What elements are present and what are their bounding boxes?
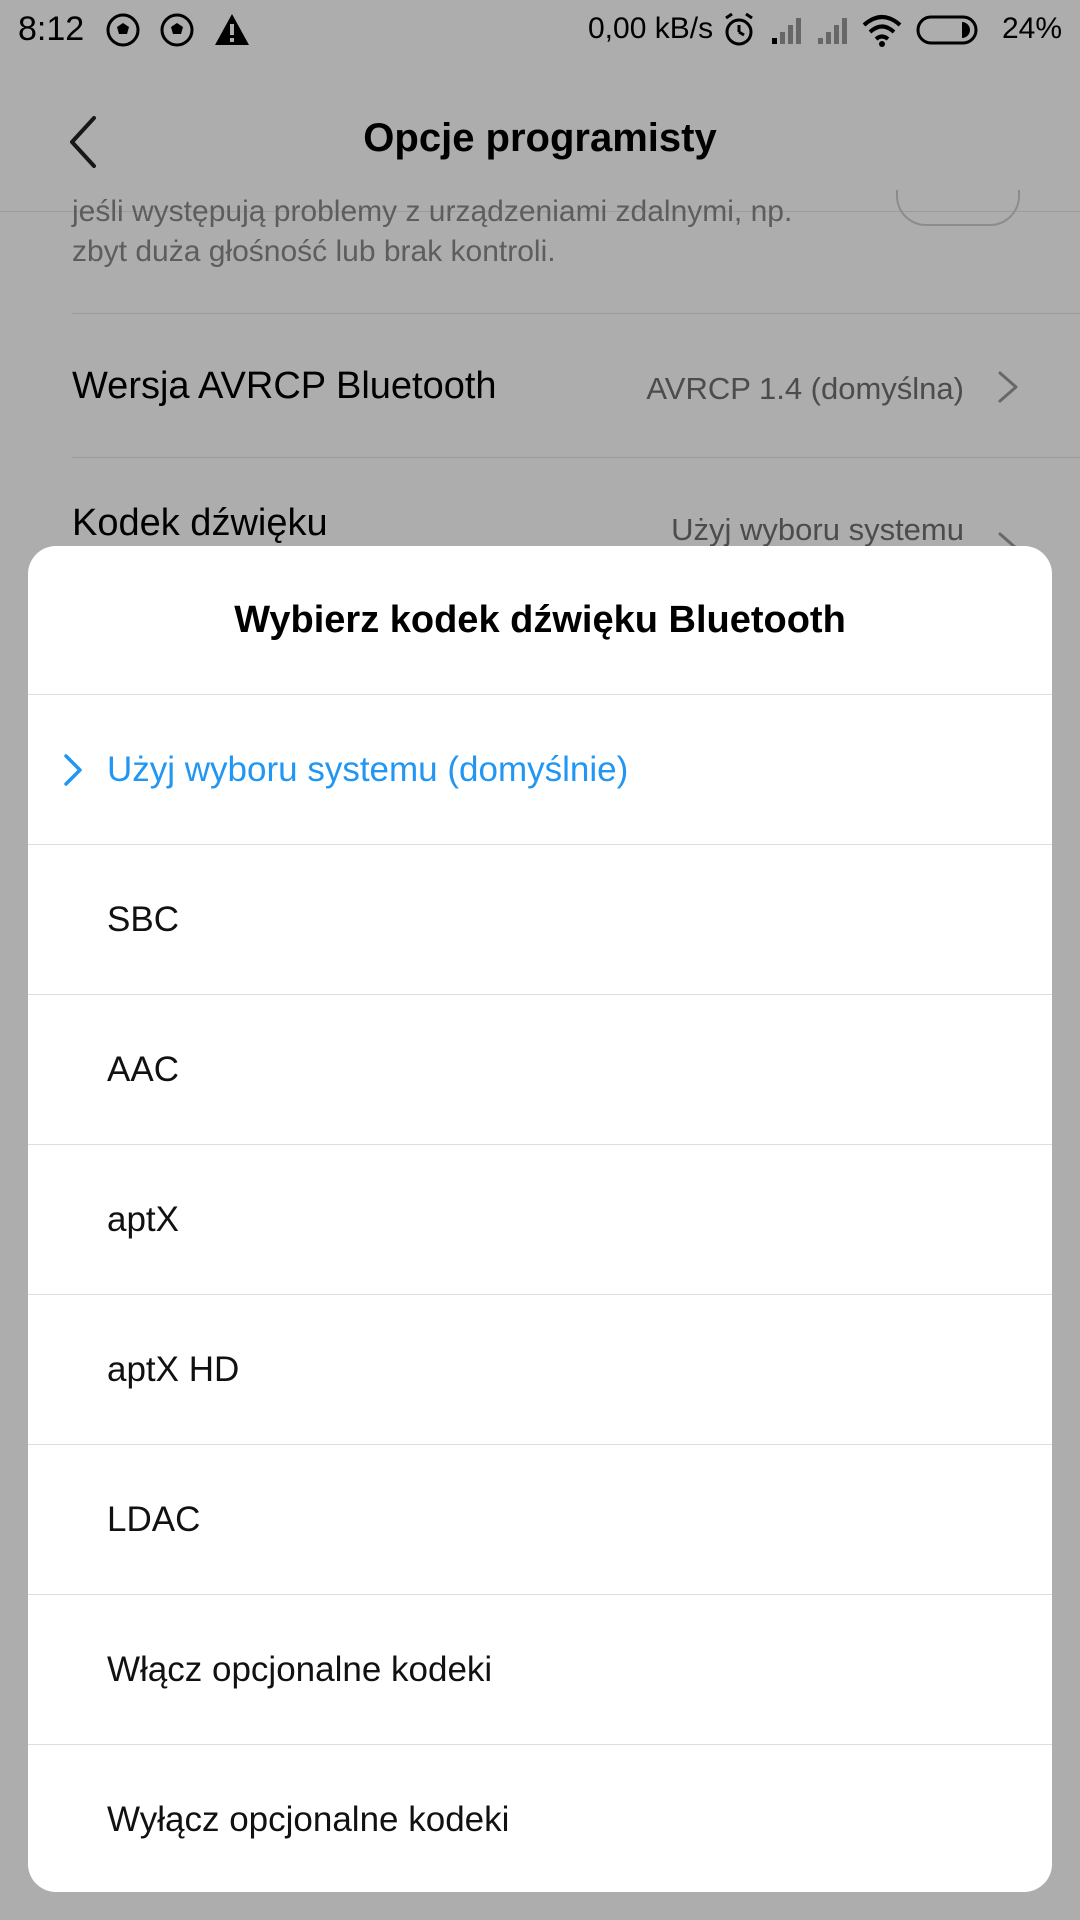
option-label: aptX <box>107 1200 179 1239</box>
option-label: Użyj wyboru systemu (domyślnie) <box>107 750 629 789</box>
codec-option-aptx-hd[interactable]: aptX HD <box>28 1295 1052 1445</box>
dialog-title: Wybierz kodek dźwięku Bluetooth <box>234 599 846 641</box>
option-label: LDAC <box>107 1500 201 1539</box>
codec-selection-dialog: Wybierz kodek dźwięku Bluetooth Użyj wyb… <box>28 546 1052 1892</box>
codec-option-sbc[interactable]: SBC <box>28 845 1052 995</box>
codec-option-enable-optional[interactable]: Włącz opcjonalne kodeki <box>28 1595 1052 1745</box>
option-label: SBC <box>107 900 179 939</box>
option-label: aptX HD <box>107 1350 240 1389</box>
chevron-right-icon <box>64 754 82 786</box>
codec-option-ldac[interactable]: LDAC <box>28 1445 1052 1595</box>
option-label: Włącz opcjonalne kodeki <box>107 1650 493 1689</box>
codec-option-system-default[interactable]: Użyj wyboru systemu (domyślnie) <box>28 695 1052 845</box>
option-label: AAC <box>107 1050 179 1089</box>
codec-option-aac[interactable]: AAC <box>28 995 1052 1145</box>
codec-option-disable-optional[interactable]: Wyłącz opcjonalne kodeki <box>28 1745 1052 1892</box>
codec-option-aptx[interactable]: aptX <box>28 1145 1052 1295</box>
option-label: Wyłącz opcjonalne kodeki <box>107 1800 510 1839</box>
codec-options-list: Użyj wyboru systemu (domyślnie) SBC AAC … <box>28 695 1052 1892</box>
